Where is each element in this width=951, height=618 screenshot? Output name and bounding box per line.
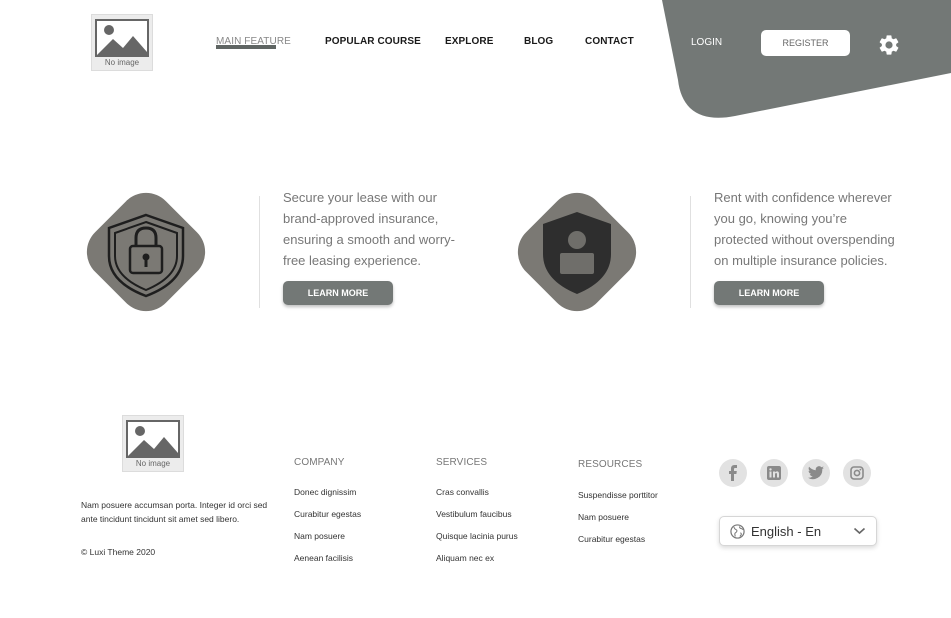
footer-link[interactable]: Aliquam nec ex bbox=[436, 551, 518, 573]
gear-icon[interactable] bbox=[877, 33, 901, 57]
footer-link[interactable]: Nam posuere bbox=[294, 529, 361, 551]
feature-divider bbox=[259, 196, 260, 308]
footer-company-links: Donec dignissim Curabitur egestas Nam po… bbox=[294, 485, 361, 573]
image-placeholder-icon bbox=[126, 420, 180, 458]
footer-logo[interactable]: No image bbox=[122, 415, 184, 472]
footer-link[interactable]: Nam posuere bbox=[578, 510, 658, 532]
footer-link[interactable]: Donec dignissim bbox=[294, 485, 361, 507]
linkedin-icon[interactable] bbox=[760, 459, 788, 487]
register-button[interactable]: REGISTER bbox=[761, 30, 850, 56]
nav-item-contact[interactable]: CONTACT bbox=[585, 36, 634, 47]
footer-column-title-services: SERVICES bbox=[436, 457, 488, 468]
footer-link[interactable]: Cras convallis bbox=[436, 485, 518, 507]
footer-services-links: Cras convallis Vestibulum faucibus Quisq… bbox=[436, 485, 518, 573]
instagram-glyph bbox=[850, 466, 864, 480]
footer-link[interactable]: Curabitur egestas bbox=[294, 507, 361, 529]
lock-shield-icon bbox=[86, 192, 206, 312]
feature-description: Rent with confidence wherever you go, kn… bbox=[714, 190, 895, 268]
footer-column-title-resources: RESOURCES bbox=[578, 459, 643, 470]
footer-link[interactable]: Curabitur egestas bbox=[578, 532, 658, 554]
language-select[interactable]: English - En bbox=[719, 516, 877, 546]
twitter-glyph bbox=[808, 466, 824, 480]
instagram-icon[interactable] bbox=[843, 459, 871, 487]
feature-description: Secure your lease with our brand-approve… bbox=[283, 190, 455, 268]
language-label: English - En bbox=[751, 523, 822, 539]
logo-caption: No image bbox=[104, 58, 140, 67]
learn-more-button[interactable]: LEARN MORE bbox=[283, 281, 393, 305]
chevron-down-icon bbox=[853, 527, 866, 535]
nav-active-indicator bbox=[216, 45, 276, 49]
image-placeholder-icon bbox=[95, 19, 149, 57]
logo-caption: No image bbox=[135, 459, 171, 468]
copyright-text: © Luxi Theme 2020 bbox=[81, 547, 156, 557]
footer-column-title-company: COMPANY bbox=[294, 457, 345, 468]
header-logo[interactable]: No image bbox=[91, 14, 153, 71]
nav-item-popular-course[interactable]: POPULAR COURSE bbox=[325, 36, 421, 47]
learn-more-button[interactable]: LEARN MORE bbox=[714, 281, 824, 305]
globe-icon bbox=[730, 523, 745, 539]
footer-link[interactable]: Suspendisse porttitor bbox=[578, 488, 658, 510]
footer-resources-links: Suspendisse porttitor Nam posuere Curabi… bbox=[578, 488, 658, 554]
linkedin-glyph bbox=[767, 466, 781, 480]
footer-link[interactable]: Quisque lacinia purus bbox=[436, 529, 518, 551]
twitter-icon[interactable] bbox=[802, 459, 830, 487]
nav-item-explore[interactable]: EXPLORE bbox=[445, 36, 494, 47]
footer-link[interactable]: Aenean facilisis bbox=[294, 551, 361, 573]
facebook-icon[interactable] bbox=[719, 459, 747, 487]
facebook-glyph bbox=[729, 465, 737, 481]
nav-item-blog[interactable]: BLOG bbox=[524, 36, 553, 47]
feature-divider bbox=[690, 196, 691, 308]
footer-description: Nam posuere accumsan porta. Integer id o… bbox=[81, 500, 268, 524]
footer-link[interactable]: Vestibulum faucibus bbox=[436, 507, 518, 529]
user-shield-icon bbox=[517, 192, 637, 312]
login-link[interactable]: LOGIN bbox=[691, 37, 722, 48]
